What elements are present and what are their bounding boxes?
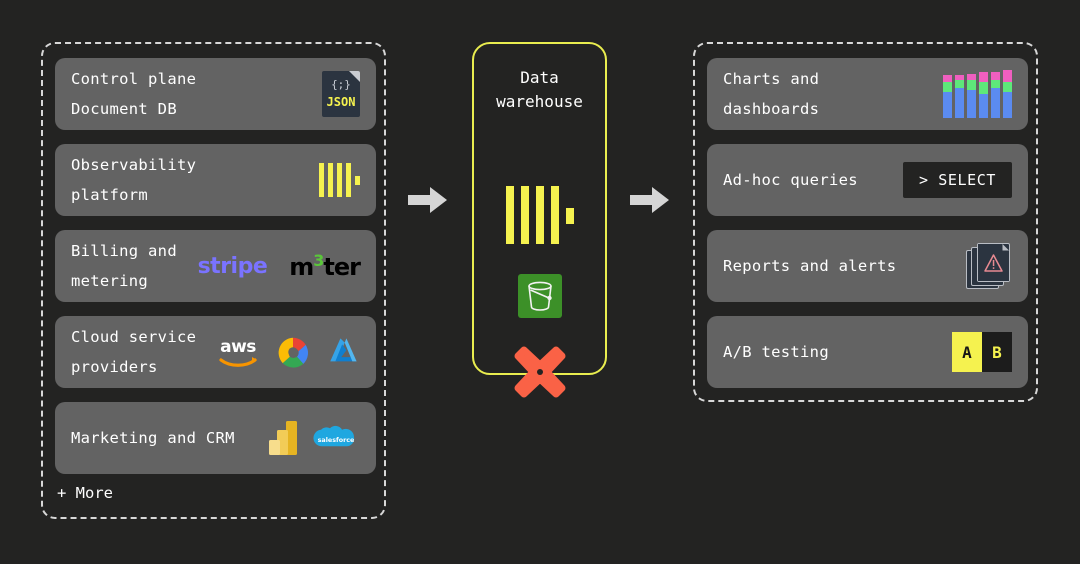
card-cloud-providers[interactable]: Cloud service providers aws [55,316,376,388]
m3ter-suffix: ter [323,253,361,281]
card-marketing-crm[interactable]: Marketing and CRM salesforce [55,402,376,474]
s3-bucket-icon [517,274,562,318]
diagram-canvas: Control plane Document DB {;} JSON Obser… [0,0,1080,564]
card-control-plane-icons: {;} JSON [322,71,360,117]
aws-wordmark: aws [220,337,256,357]
card-billing-label: Billing and metering [71,242,177,290]
card-ab-icons: A B [952,332,1012,372]
json-brace-text: {;} [331,78,351,91]
ab-variant-a[interactable]: A [952,332,982,372]
select-query-badge[interactable]: > SELECT [902,162,1012,198]
card-charts-icons [943,70,1012,118]
ab-variant-b[interactable]: B [982,332,1012,372]
card-observability-label: Observability platform [71,156,197,204]
card-observability-icons [319,163,360,197]
aws-logo: aws [216,335,260,369]
card-charts-label: Charts and dashboards [723,70,820,118]
warehouse-clickhouse-icon-wrap [474,184,605,246]
json-file-icon: {;} JSON [322,71,360,117]
card-adhoc-icons: > SELECT [902,162,1012,198]
pinot-logo [514,346,565,398]
data-sources-group: Control plane Document DB {;} JSON Obser… [41,42,386,519]
azure-logo [330,338,357,362]
arrow-warehouse-to-outputs [630,187,669,213]
data-warehouse-title: Data warehouse [496,68,583,111]
card-charts-dashboards[interactable]: Charts and dashboards [707,58,1028,130]
report-sheet-front [977,243,1010,282]
power-bi-logo [269,421,297,455]
card-observability-platform[interactable]: Observability platform [55,144,376,216]
data-consumers-group: Charts and dashboards Ad-hoc queries > S… [693,42,1038,402]
card-ab-testing[interactable]: A/B testing A B [707,316,1028,388]
stacked-bar-chart-icon [943,70,1012,118]
m3ter-three: 3 [313,251,324,270]
card-billing-icons: stripe m3ter [197,251,361,281]
salesforce-logo: salesforce [313,425,355,447]
card-marketing-icons: salesforce [268,419,360,457]
card-marketing-label: Marketing and CRM [71,429,235,447]
card-control-plane-label: Control plane Document DB [71,70,197,118]
card-ab-label: A/B testing [723,343,829,361]
clickhouse-logo [505,186,574,244]
stripe-logo: stripe [197,253,268,279]
card-adhoc-label: Ad-hoc queries [723,171,858,189]
json-word-text: JSON [326,95,356,109]
warning-triangle-icon [978,244,1009,281]
warehouse-s3-icon-wrap [474,272,605,320]
m3ter-prefix: m [289,253,314,281]
m3ter-logo: m3ter [289,251,361,281]
card-cloud-icons: aws [216,335,360,369]
data-warehouse-group: Data warehouse [472,42,607,398]
warehouse-pinot-icon-wrap [474,344,605,400]
google-cloud-logo [278,337,309,368]
ab-test-badge[interactable]: A B [952,332,1012,372]
card-reports-label: Reports and alerts [723,257,897,275]
card-reports-icons [966,243,1012,289]
card-control-plane[interactable]: Control plane Document DB {;} JSON [55,58,376,130]
more-sources-label[interactable]: + More [57,484,113,502]
svg-text:salesforce: salesforce [318,436,355,444]
card-adhoc-queries[interactable]: Ad-hoc queries > SELECT [707,144,1028,216]
arrow-sources-to-warehouse [408,187,447,213]
clickhouse-logo [319,163,360,197]
card-billing-metering[interactable]: Billing and metering stripe m3ter [55,230,376,302]
report-alert-icon [966,243,1012,289]
card-reports-alerts[interactable]: Reports and alerts [707,230,1028,302]
card-cloud-label: Cloud service providers [71,328,197,376]
